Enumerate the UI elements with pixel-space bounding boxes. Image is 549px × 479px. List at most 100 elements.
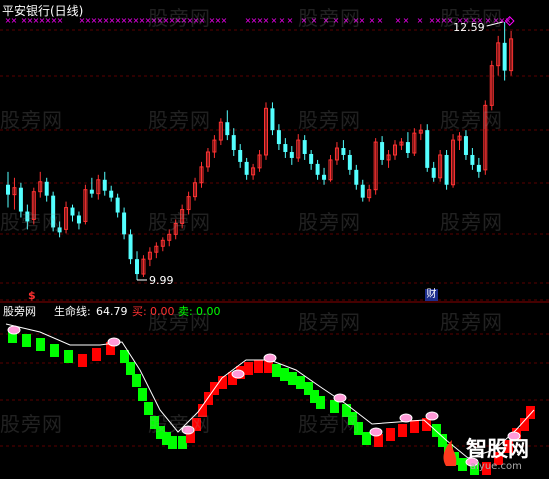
- signal-diamond: [425, 411, 439, 421]
- signal-marker: ×: [403, 16, 410, 25]
- indicator-name: 股旁网: [3, 305, 36, 318]
- signal-diamond: [231, 369, 245, 379]
- candle-body: [57, 227, 62, 233]
- step-block: [64, 350, 73, 363]
- signal-marker: ×: [301, 16, 308, 25]
- step-block: [244, 362, 253, 375]
- candle-body: [25, 211, 30, 222]
- signal-marker: ×: [333, 16, 340, 25]
- candle-body: [6, 184, 10, 195]
- candle-body: [302, 140, 307, 154]
- candle-body: [128, 234, 133, 260]
- signal-marker: ×: [287, 16, 294, 25]
- site-logo-url: aiyue.com: [470, 461, 522, 472]
- candle-body: [322, 174, 327, 180]
- step-block: [386, 428, 395, 441]
- step-block: [398, 424, 407, 437]
- candle-body: [102, 179, 107, 191]
- step-block: [168, 436, 177, 449]
- candle-body: [431, 167, 436, 178]
- candle-body: [347, 154, 352, 170]
- candle-body: [476, 164, 481, 172]
- site-logo-text: 智股网: [466, 437, 529, 461]
- candle-body: [244, 161, 249, 175]
- candle-body: [225, 122, 230, 136]
- event-marker-finance[interactable]: 财: [425, 289, 438, 301]
- lifeline-value: 64.79: [96, 305, 128, 318]
- signal-diamond: [7, 325, 21, 335]
- signal-diamond: [107, 337, 121, 347]
- buy-label: 买:: [132, 305, 147, 318]
- chart-window: × × × × × × × × × × × × × × × × × × × × × × × × × × × × × × × × × × × × × × × ×…: [0, 0, 549, 479]
- chart-canvas: × × × × × × × × × × × × × × × × × × × × × × × × × × × × × × × × × × × × × × × ×…: [0, 16, 549, 475]
- signal-marker: ×: [417, 16, 424, 25]
- step-block: [50, 344, 59, 357]
- step-block: [288, 372, 297, 385]
- candle-body: [231, 135, 236, 151]
- candle-body: [18, 187, 23, 212]
- signal-marker: ×: [485, 16, 492, 25]
- candle-body: [425, 130, 430, 168]
- candle-body: [502, 42, 507, 71]
- step-block: [178, 436, 187, 449]
- sell-label: 卖:: [178, 305, 193, 318]
- candle-body: [405, 142, 410, 153]
- lifeline-label: 生命线:: [54, 305, 91, 318]
- signal-marker: ×: [271, 16, 278, 25]
- candle-body: [270, 108, 275, 131]
- event-marker-dollar[interactable]: $: [28, 290, 36, 302]
- signal-marker: ×: [323, 16, 330, 25]
- step-block: [362, 432, 371, 445]
- candle-body: [283, 144, 288, 152]
- signal-marker: ×: [199, 16, 206, 25]
- signal-diamond: [181, 425, 195, 435]
- candle-body: [276, 130, 281, 145]
- step-block: [316, 396, 325, 409]
- candle-body: [444, 154, 449, 185]
- candle-body: [70, 207, 75, 216]
- candles-group: [6, 22, 514, 280]
- candle-body: [135, 259, 139, 275]
- signal-marker: ×: [279, 16, 286, 25]
- candle-body: [44, 181, 49, 196]
- step-block: [120, 350, 129, 363]
- candle-body: [76, 215, 81, 224]
- life-line: [5, 323, 535, 459]
- candle-body: [470, 154, 475, 165]
- sell-value: 0.00: [196, 305, 221, 318]
- step-block: [126, 362, 135, 375]
- signal-marker: ×: [369, 16, 376, 25]
- step-block: [78, 354, 87, 367]
- signal-marker: ×: [377, 16, 384, 25]
- candle-body: [463, 136, 468, 155]
- step-block: [354, 422, 363, 435]
- candle-body: [380, 142, 385, 160]
- candle-body: [315, 163, 320, 175]
- high-price-label: 12.59: [453, 21, 485, 34]
- candle-body: [109, 190, 114, 198]
- step-block: [296, 376, 305, 389]
- step-band-group: [8, 330, 535, 475]
- step-block: [22, 334, 31, 347]
- signal-marker: ×: [311, 16, 318, 25]
- chart-title: 平安银行(日线): [2, 4, 84, 18]
- buy-value: 0.00: [150, 305, 175, 318]
- step-block: [410, 420, 419, 433]
- candle-body: [89, 189, 94, 194]
- low-price-label: 9.99: [149, 274, 174, 287]
- step-block: [272, 364, 281, 377]
- signal-marker: ×: [221, 16, 228, 25]
- candle-body: [115, 197, 120, 213]
- signal-marker: ×: [343, 16, 350, 25]
- step-block: [254, 360, 263, 373]
- candle-body: [341, 148, 346, 155]
- candle-body: [51, 195, 56, 228]
- signal-diamond: [333, 393, 347, 403]
- candle-body: [309, 153, 314, 164]
- candle-body: [360, 184, 365, 198]
- step-block: [280, 368, 289, 381]
- signal-diamond: [263, 353, 277, 363]
- signal-marker: ×: [263, 16, 270, 25]
- signal-diamond: [399, 413, 413, 423]
- candle-body: [289, 151, 294, 158]
